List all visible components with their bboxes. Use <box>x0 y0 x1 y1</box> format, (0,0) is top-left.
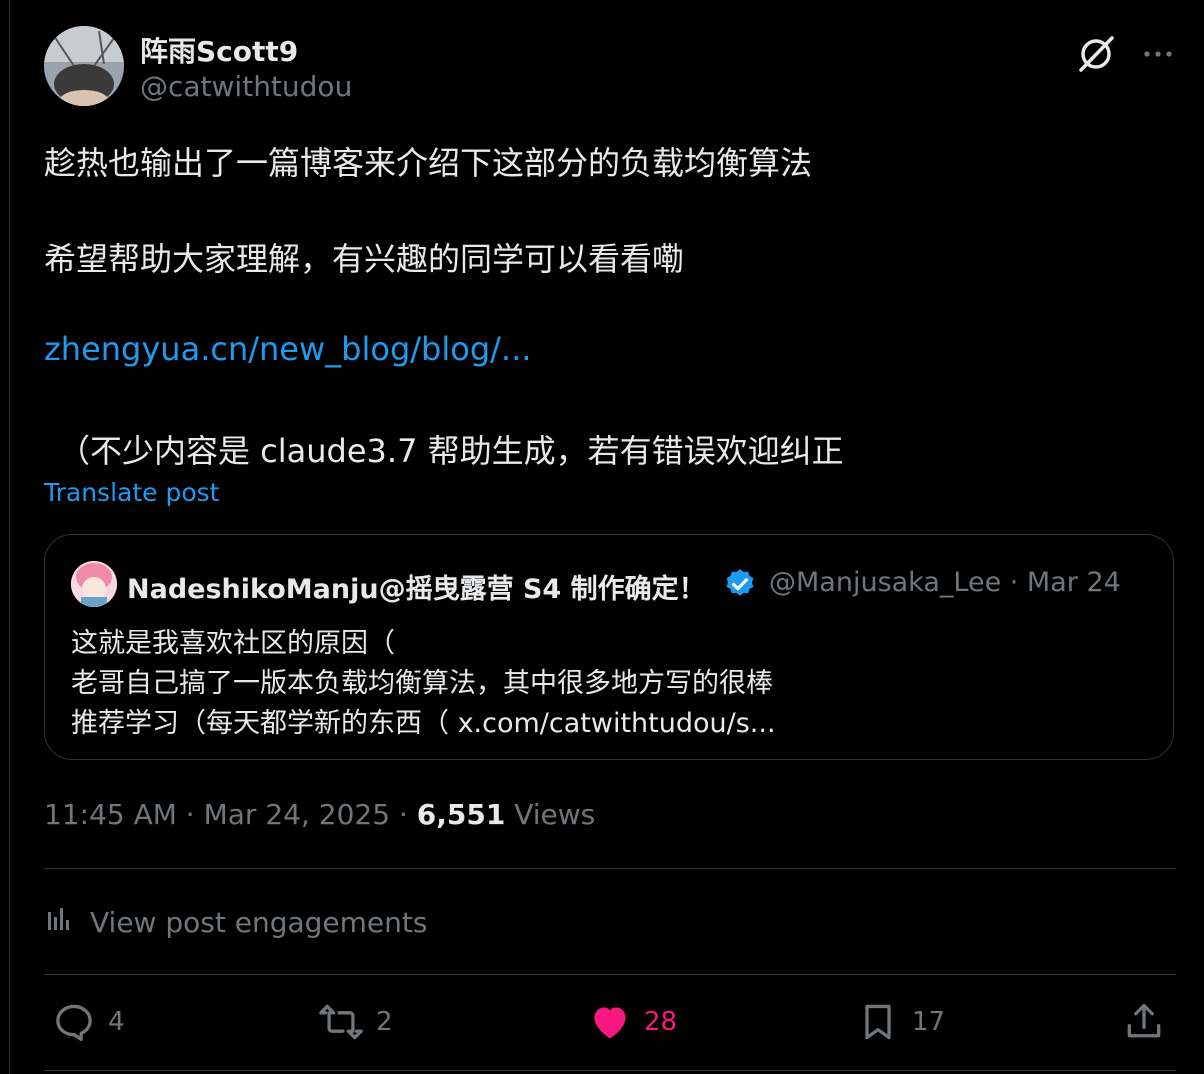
quoted-text-line: 老哥自己搞了一版本负载均衡算法，其中很多地方写的很棒 <box>71 668 773 699</box>
engagements-icon <box>44 904 74 941</box>
author-handle[interactable]: @catwithtudou <box>140 70 352 103</box>
quoted-post[interactable]: NadeshikoManju@摇曳露营 S4 制作确定！ @Manjusaka_… <box>44 534 1174 760</box>
divider <box>44 1070 1176 1071</box>
post-meta: 11:45 AM · Mar 24, 2025 · 6,551 Views <box>44 798 595 831</box>
views-count: 6,551 <box>416 798 506 831</box>
repost-count: 2 <box>376 1007 393 1037</box>
repost-icon <box>318 1000 364 1044</box>
quoted-author-name[interactable]: NadeshikoManju@摇曳露营 S4 制作确定！ <box>127 567 706 606</box>
like-button[interactable]: 28 <box>588 1000 677 1044</box>
view-engagements-button[interactable]: View post engagements <box>44 904 427 941</box>
repost-button[interactable]: 2 <box>318 1000 393 1044</box>
post-detail: 阵雨Scott9 @catwithtudou 趁热也输出了一篇博客来介绍下这部分… <box>0 0 1204 1074</box>
divider <box>44 974 1176 975</box>
bookmark-icon <box>856 1000 900 1044</box>
post-text-line: 希望帮助大家理解，有兴趣的同学可以看看嘞 <box>44 240 685 278</box>
quoted-text-line: 推荐学习（每天都学新的东西（ x.com/catwithtudou/s... <box>71 708 776 739</box>
share-button[interactable] <box>1122 1000 1166 1044</box>
more-icon[interactable] <box>1140 36 1176 72</box>
views-label: Views <box>505 798 596 831</box>
reply-icon <box>52 1000 96 1044</box>
post-text-line: 趁热也输出了一篇博客来介绍下这部分的负载均衡算法 <box>44 144 813 182</box>
reply-button[interactable]: 4 <box>52 1000 125 1044</box>
verified-icon <box>723 567 757 601</box>
quoted-text-line: 这就是我喜欢社区的原因（ <box>71 628 395 659</box>
reply-count: 4 <box>108 1007 125 1037</box>
bookmark-count: 17 <box>912 1007 946 1037</box>
post-text-line: （不少内容是 claude3.7 帮助生成，若有错误欢迎纠正 <box>58 432 844 470</box>
column-border <box>9 0 10 1074</box>
share-icon <box>1122 1000 1166 1044</box>
author-name[interactable]: 阵雨Scott9 <box>140 30 298 70</box>
translate-post-link[interactable]: Translate post <box>44 478 219 507</box>
post-link[interactable]: zhengyua.cn/new_blog/blog/... <box>44 330 531 368</box>
divider <box>44 868 1176 869</box>
quoted-author-avatar[interactable] <box>71 561 117 607</box>
grok-icon[interactable] <box>1074 32 1118 76</box>
like-icon <box>588 1000 632 1044</box>
quoted-handle-date[interactable]: @Manjusaka_Lee · Mar 24 <box>769 567 1121 598</box>
like-count: 28 <box>644 1007 678 1037</box>
post-timestamp[interactable]: 11:45 AM · Mar 24, 2025 · <box>44 798 417 831</box>
bookmark-button[interactable]: 17 <box>856 1000 945 1044</box>
engagements-label: View post engagements <box>90 906 428 939</box>
author-avatar[interactable] <box>44 26 124 106</box>
